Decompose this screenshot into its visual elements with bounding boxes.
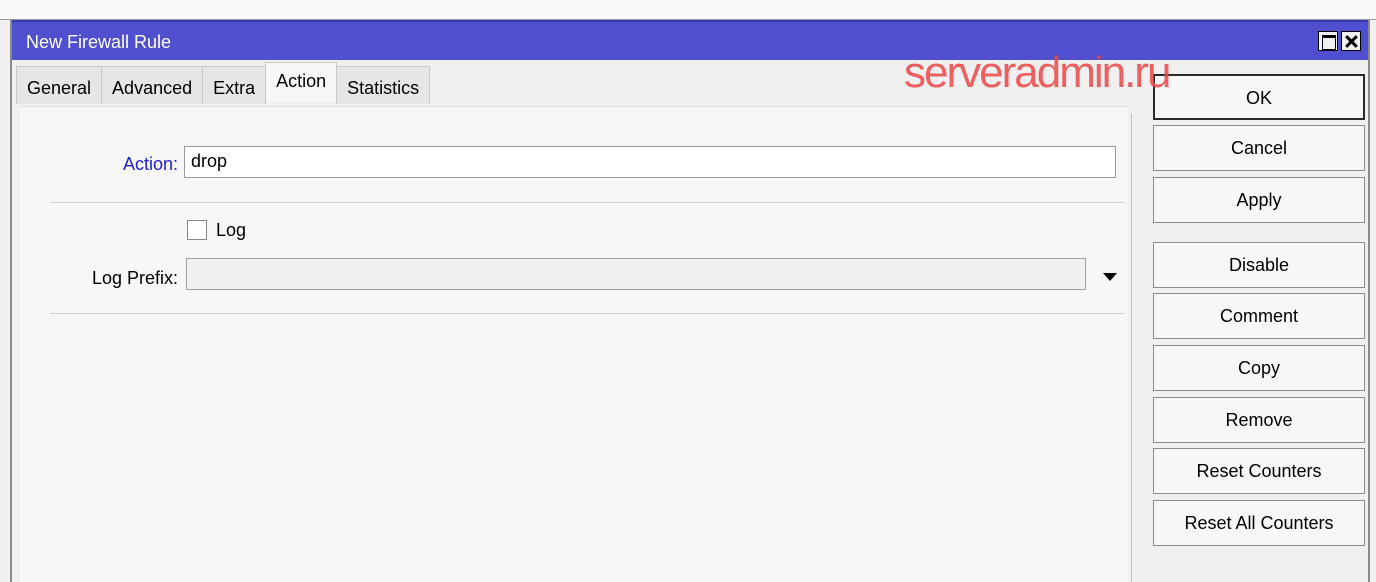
action-select[interactable]: drop (184, 146, 1272, 178)
separator (50, 202, 1124, 203)
log-prefix-input[interactable] (186, 258, 1086, 290)
action-label: Action: (122, 154, 178, 174)
remove-button[interactable]: Remove (1153, 397, 1365, 443)
disable-button[interactable]: Disable (1153, 242, 1365, 288)
action-value: drop (191, 151, 228, 171)
tab-bar: General Advanced Extra Action Statistics (16, 62, 431, 104)
background-strip (0, 0, 1376, 20)
ok-button[interactable]: OK (1153, 74, 1365, 120)
action-tab-panel: Action: drop Log Log Prefix: (20, 106, 1272, 582)
log-prefix-label: Log Prefix: (91, 268, 178, 288)
title-bar[interactable]: New Firewall Rule (12, 20, 1368, 60)
panel-divider (1131, 114, 1132, 582)
close-icon[interactable] (1341, 31, 1361, 51)
tab-action[interactable]: Action (265, 62, 338, 102)
tab-advanced[interactable]: Advanced (101, 66, 204, 104)
reset-counters-button[interactable]: Reset Counters (1153, 448, 1365, 494)
reset-all-counters-button[interactable]: Reset All Counters (1153, 500, 1365, 546)
log-checkbox-label: Log (216, 220, 247, 240)
window-title: New Firewall Rule (26, 32, 172, 52)
tab-general[interactable]: General (16, 66, 103, 104)
cancel-button[interactable]: Cancel (1153, 125, 1365, 171)
copy-button[interactable]: Copy (1153, 345, 1365, 391)
maximize-icon[interactable] (1318, 31, 1338, 51)
apply-button[interactable]: Apply (1153, 177, 1365, 223)
firewall-rule-window: New Firewall Rule General Advanced Extra… (10, 20, 1370, 582)
separator (50, 313, 1124, 314)
log-prefix-dropdown-icon[interactable] (1103, 273, 1117, 281)
log-checkbox[interactable] (187, 220, 207, 240)
comment-button[interactable]: Comment (1153, 293, 1365, 339)
tab-extra[interactable]: Extra (202, 66, 267, 104)
tab-statistics[interactable]: Statistics (336, 66, 431, 104)
